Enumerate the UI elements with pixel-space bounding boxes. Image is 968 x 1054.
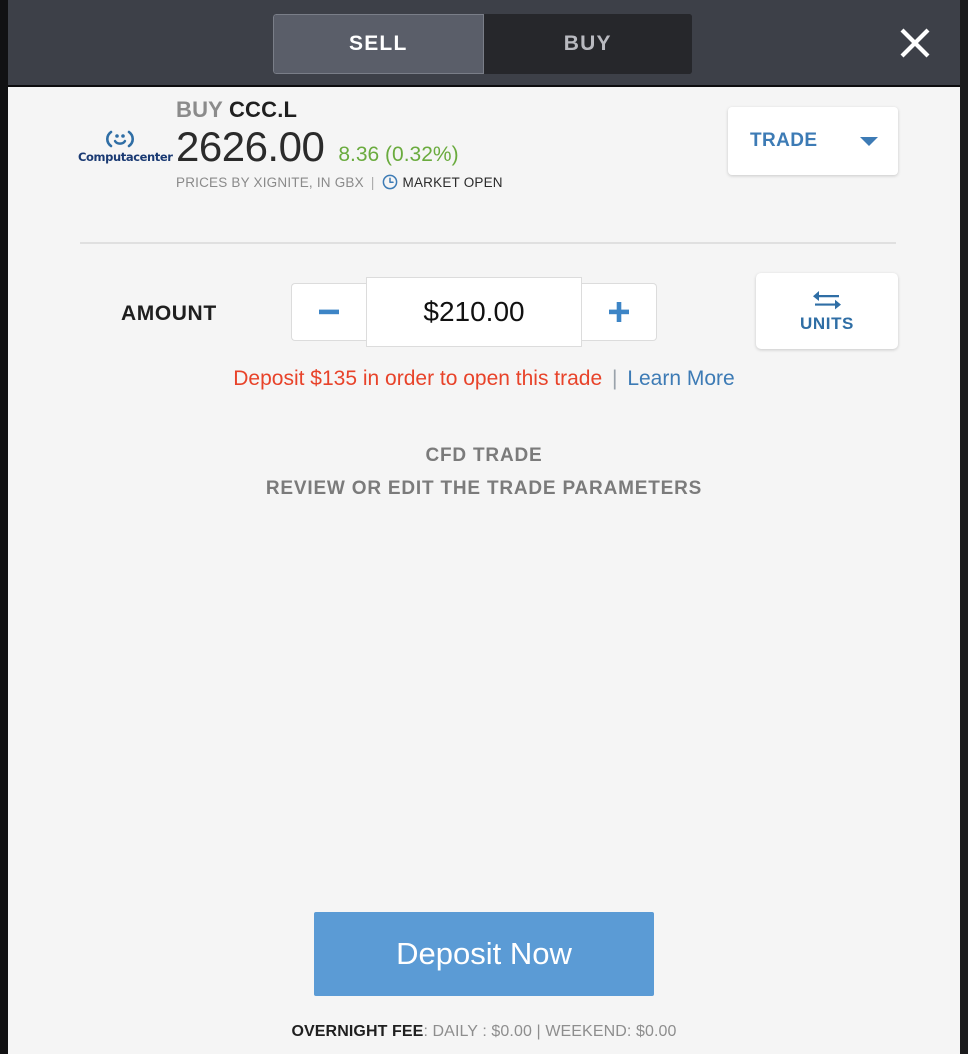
instrument-logo: Computacenter xyxy=(78,129,173,164)
side-toggle-group: SELL BUY xyxy=(273,14,692,74)
instrument-title: BUY CCC.L xyxy=(176,97,503,123)
trade-ticket-modal: SELL BUY Computacenter BUY CCC.L 2626.00… xyxy=(8,0,960,1054)
deposit-warning: Deposit $135 in order to open this trade… xyxy=(8,367,960,391)
plus-icon xyxy=(609,302,629,322)
modal-header: SELL BUY xyxy=(8,0,960,87)
amount-row: AMOUNT $210.00 UNITS xyxy=(8,266,960,361)
amount-label: AMOUNT xyxy=(121,301,217,325)
swap-arrows-icon xyxy=(813,291,841,310)
close-icon xyxy=(900,28,930,57)
units-label: UNITS xyxy=(800,314,854,333)
computacenter-logo-icon xyxy=(106,130,134,148)
learn-more-link[interactable]: Learn More xyxy=(627,367,734,390)
units-toggle-button[interactable]: UNITS xyxy=(756,273,898,349)
price-source-line: PRICES BY XIGNITE, IN GBX | MARKET OPEN xyxy=(176,174,503,190)
tab-buy[interactable]: BUY xyxy=(483,14,692,74)
instrument-symbol: CCC.L xyxy=(228,97,298,122)
instrument-logo-wordmark: Computacenter xyxy=(78,150,173,164)
amount-increment-button[interactable] xyxy=(582,283,657,341)
market-status: MARKET OPEN xyxy=(402,174,503,190)
instrument-price: 2626.00 xyxy=(176,123,325,171)
overnight-fee-line: OVERNIGHT FEE: DAILY : $0.00 | WEEKEND: … xyxy=(8,1023,960,1041)
deposit-warning-message: Deposit $135 in order to open this trade xyxy=(233,367,603,390)
chevron-down-icon xyxy=(860,136,878,146)
source-separator: | xyxy=(370,174,375,190)
price-source-text: PRICES BY XIGNITE, IN GBX xyxy=(176,174,364,190)
amount-stepper: $210.00 xyxy=(291,277,657,347)
minus-icon xyxy=(319,309,339,315)
tab-buy-label: BUY xyxy=(563,32,612,55)
amount-decrement-button[interactable] xyxy=(291,283,366,341)
instrument-row: Computacenter BUY CCC.L 2626.00 8.36 (0.… xyxy=(8,87,960,227)
tab-sell[interactable]: SELL xyxy=(273,14,484,74)
price-line: 2626.00 8.36 (0.32%) xyxy=(176,125,503,169)
tab-sell-label: SELL xyxy=(349,32,408,55)
close-button[interactable] xyxy=(892,20,938,66)
overnight-fee-details: : DAILY : $0.00 | WEEKEND: $0.00 xyxy=(423,1023,677,1040)
cfd-info-block: CFD TRADE REVIEW OR EDIT THE TRADE PARAM… xyxy=(8,445,960,500)
instrument-change: 8.36 (0.32%) xyxy=(338,143,459,167)
clock-icon xyxy=(382,175,397,190)
order-type-label: TRADE xyxy=(750,130,818,151)
warning-separator: | xyxy=(612,367,618,390)
cfd-subtitle: REVIEW OR EDIT THE TRADE PARAMETERS xyxy=(265,478,703,499)
overnight-fee-label: OVERNIGHT FEE xyxy=(291,1023,424,1040)
instrument-info: BUY CCC.L 2626.00 8.36 (0.32%) PRICES BY… xyxy=(176,97,503,190)
amount-input[interactable]: $210.00 xyxy=(366,277,582,347)
trade-direction-label: BUY xyxy=(176,97,223,122)
order-type-dropdown[interactable]: TRADE xyxy=(728,107,898,175)
section-divider xyxy=(80,242,896,244)
deposit-now-button[interactable]: Deposit Now xyxy=(314,912,654,996)
cfd-title: CFD TRADE xyxy=(425,445,543,466)
